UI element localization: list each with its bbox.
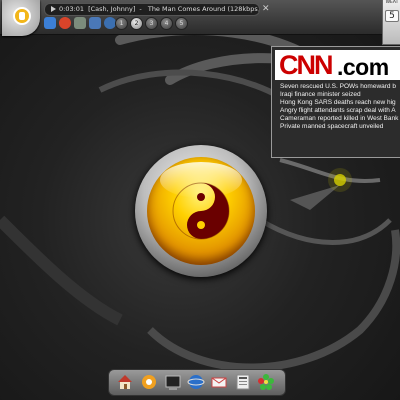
news-panel: CNN .com Seven rescued U.S. POWs homewar… bbox=[271, 46, 400, 158]
logout-icon[interactable] bbox=[59, 17, 71, 29]
desktop-3-button[interactable]: 3 bbox=[145, 17, 158, 30]
trash-icon[interactable] bbox=[74, 17, 86, 29]
cnn-logo-suffix: .com bbox=[337, 54, 389, 80]
desktop-4-button[interactable]: 4 bbox=[160, 17, 173, 30]
network-icon[interactable] bbox=[187, 373, 205, 391]
track-separator: - bbox=[139, 5, 142, 13]
headline-link[interactable]: Cameraman reported killed in West Bank bbox=[280, 115, 400, 123]
desktop-1-button[interactable]: 1 bbox=[115, 17, 128, 30]
home-folder-icon[interactable] bbox=[89, 17, 101, 29]
home-icon[interactable] bbox=[116, 373, 134, 391]
mail-icon[interactable] bbox=[210, 373, 228, 391]
yin-yang-icon bbox=[172, 182, 230, 240]
quick-launch-tray bbox=[44, 16, 116, 32]
headline-link[interactable]: Private manned spacecraft unveiled bbox=[280, 123, 400, 131]
icq-flower-icon[interactable] bbox=[257, 373, 275, 391]
weather-applet[interactable]: WEAT 5 bbox=[382, 0, 400, 45]
close-icon[interactable]: ✕ bbox=[262, 3, 270, 15]
headline-link[interactable]: Seven rescued U.S. POWs homeward b bbox=[280, 83, 400, 91]
weather-label: WEAT bbox=[385, 0, 399, 5]
headline-link[interactable]: Hong Kong SARS deaths reach new hig bbox=[280, 99, 400, 107]
track-artist: [Cash, Johnny] bbox=[88, 5, 136, 13]
desktop-2-button[interactable]: 2 bbox=[130, 17, 143, 30]
settings-icon[interactable] bbox=[140, 373, 158, 391]
cnn-logo-text: CNN bbox=[279, 50, 333, 80]
kde-logo-icon bbox=[13, 7, 31, 25]
play-icon[interactable] bbox=[51, 6, 56, 12]
headline-link[interactable]: Angry flight attendants scrap deal with … bbox=[280, 107, 400, 115]
lock-icon[interactable] bbox=[44, 17, 56, 29]
track-title: The Man Comes Around (128kbps) bbox=[147, 5, 260, 13]
kde-menu-button[interactable] bbox=[2, 0, 40, 36]
headline-link[interactable]: Iraqi finance minister seized bbox=[280, 91, 400, 99]
news-icon[interactable] bbox=[234, 373, 252, 391]
weather-value: 5 bbox=[385, 10, 399, 22]
terminal-icon[interactable] bbox=[164, 373, 182, 391]
cnn-logo[interactable]: CNN .com bbox=[275, 50, 400, 80]
headline-list: Seven rescued U.S. POWs homeward b Iraqi… bbox=[280, 83, 400, 131]
media-player-ticker[interactable]: 0:03:01 [Cash, Johnny] - The Man Comes Aro… bbox=[44, 3, 260, 16]
track-time: 0:03:01 bbox=[59, 5, 85, 13]
desktop-5-button[interactable]: 5 bbox=[175, 17, 188, 30]
